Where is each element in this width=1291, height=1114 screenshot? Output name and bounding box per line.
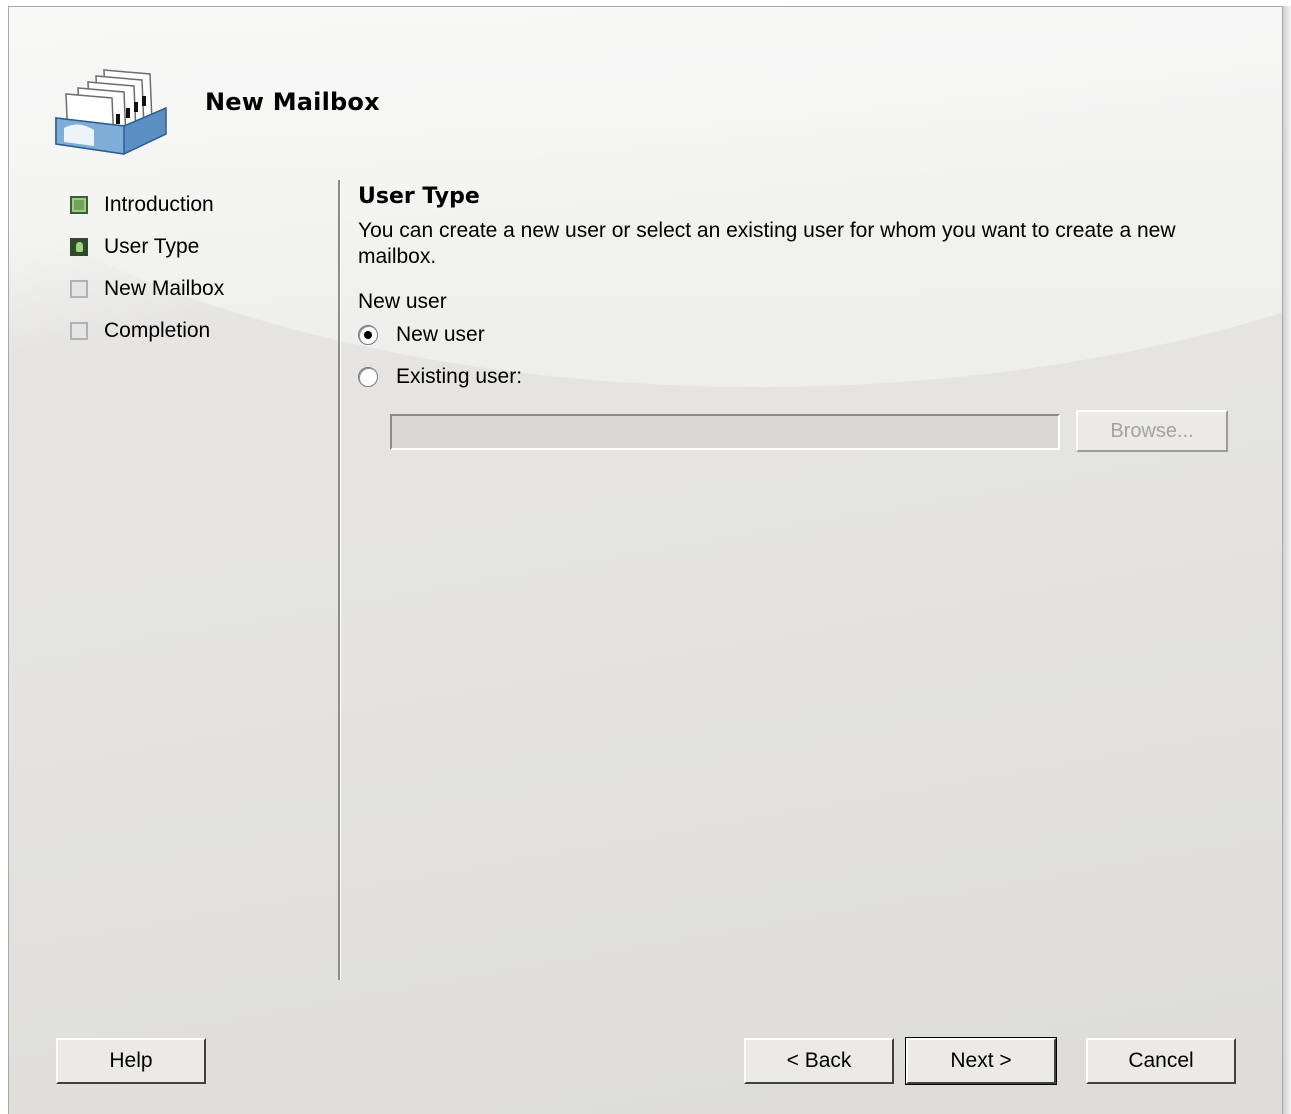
step-new-mailbox[interactable]: New Mailbox (70, 268, 330, 310)
step-introduction[interactable]: Introduction (70, 184, 330, 226)
step-completion[interactable]: Completion (70, 310, 330, 352)
mailbox-tray-icon (55, 69, 167, 155)
step-label: New Mailbox (104, 277, 225, 300)
step-label: Introduction (104, 193, 214, 216)
back-button[interactable]: < Back (744, 1038, 894, 1084)
window-shadow (1283, 6, 1291, 1114)
step-pending-icon (70, 322, 88, 340)
dialog-title: New Mailbox (205, 88, 380, 116)
user-type-panel: User Type You can create a new user or s… (358, 184, 1238, 454)
next-button[interactable]: Next > (905, 1037, 1057, 1085)
new-mailbox-wizard (8, 6, 1283, 1114)
help-button[interactable]: Help (56, 1038, 206, 1084)
step-label: Completion (104, 319, 211, 342)
existing-user-row: Browse... (358, 408, 1238, 454)
radio-label[interactable]: New user (396, 323, 485, 347)
existing-user-field[interactable] (390, 414, 1060, 450)
radio-label[interactable]: Existing user: (396, 365, 522, 389)
radio-button-checked[interactable] (358, 325, 378, 345)
step-label: User Type (104, 235, 200, 258)
browse-button[interactable]: Browse... (1076, 410, 1228, 452)
step-current-icon (70, 238, 88, 256)
radio-button[interactable] (358, 367, 378, 387)
step-pending-icon (70, 280, 88, 298)
radio-new-user[interactable]: New user (358, 314, 1238, 356)
section-description: You can create a new user or select an e… (358, 219, 1176, 268)
cancel-button[interactable]: Cancel (1086, 1038, 1236, 1084)
radio-existing-user[interactable]: Existing user: (358, 356, 1238, 398)
group-label: New user (358, 290, 447, 313)
wizard-steps: Introduction User Type New Mailbox Compl… (70, 184, 330, 352)
step-user-type[interactable]: User Type (70, 226, 330, 268)
section-title: User Type (358, 184, 480, 209)
step-completed-icon (70, 196, 88, 214)
panel-divider (338, 180, 341, 980)
